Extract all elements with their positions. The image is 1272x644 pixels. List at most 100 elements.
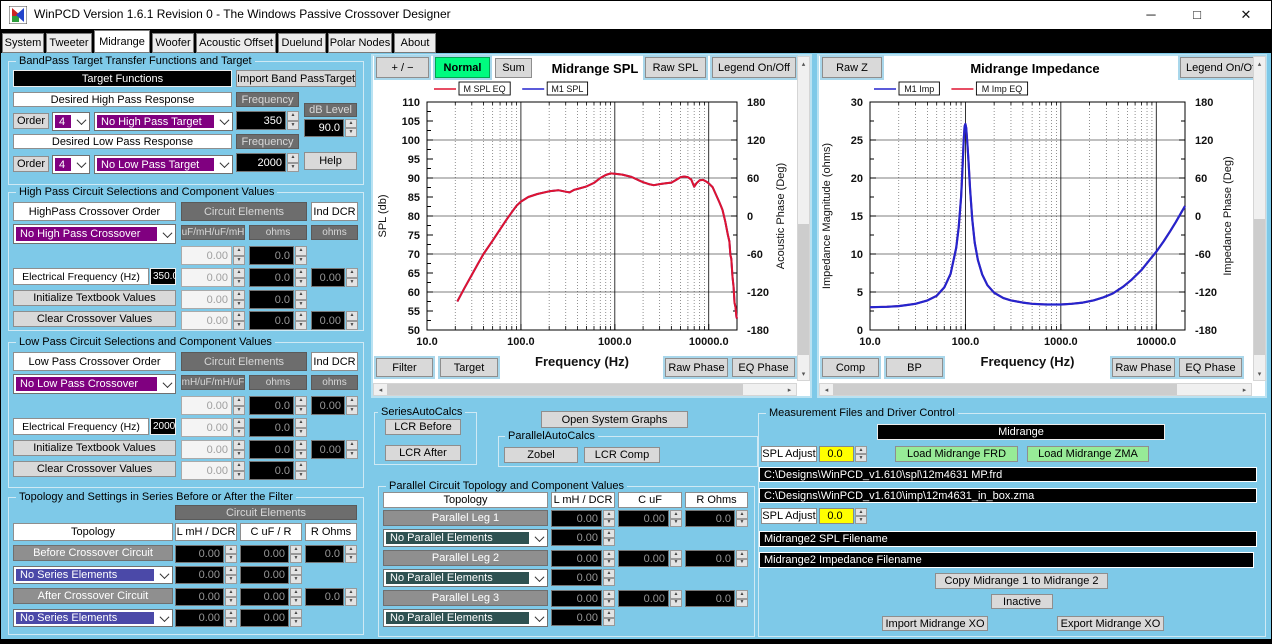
lp-r2-c2-spinner[interactable]: 0.0 ▲ ▼ [249,418,307,437]
spinner-up-button[interactable]: ▲ [233,268,245,278]
import-xo-button[interactable]: Import Midrange XO [882,616,988,631]
spinner-down-button[interactable]: ▼ [295,255,307,265]
hp-r1-c2-spinner[interactable]: 0.0 ▲ ▼ [249,246,307,265]
spinner-down-button[interactable]: ▼ [346,277,358,287]
spl-hscrollbar[interactable]: ◂ ▸ [373,383,797,396]
parallel-r3-c3-spinner[interactable]: 0.0 ▲ ▼ [685,550,748,567]
lp-target-dropdown[interactable]: No Low Pass Target [94,155,233,174]
hp-r2-c1-spinner[interactable]: 0.00 ▲ ▼ [181,268,245,287]
inactive-button[interactable]: Inactive [991,594,1053,609]
spinner-up-button[interactable]: ▲ [233,418,245,428]
scroll-up-icon[interactable]: ▴ [1254,57,1265,70]
spinner-down-button[interactable]: ▼ [290,575,302,584]
scrollbar-thumb[interactable] [833,384,1178,395]
spinner-down-button[interactable]: ▼ [670,518,682,527]
lp-r3-c3-spinner[interactable]: 0.00 ▲ ▼ [311,440,358,459]
imp-raw-z-button[interactable]: Raw Z [820,55,884,80]
spinner-down-button[interactable]: ▼ [670,558,682,567]
topology-r1-c2-spinner[interactable]: 0.00 ▲ ▼ [240,545,302,563]
spinner-down-button[interactable]: ▼ [603,518,615,527]
spl-normal-button[interactable]: Normal [433,55,492,80]
chevron-down-icon[interactable] [531,530,547,546]
spinner-up-button[interactable]: ▲ [225,566,237,575]
spinner-up-button[interactable]: ▲ [225,609,237,618]
spinner-down-button[interactable]: ▼ [603,617,615,626]
spinner-down-button[interactable]: ▼ [290,554,302,563]
spinner-up-button[interactable]: ▲ [233,311,245,321]
spinner-up-button[interactable]: ▲ [736,550,748,559]
zobel-button[interactable]: Zobel [504,447,578,463]
chevron-down-icon[interactable] [156,567,172,583]
spinner-up-button[interactable]: ▲ [290,588,302,597]
scrollbar-thumb[interactable] [798,224,809,356]
lp-clear-values-button[interactable]: Clear Crossover Values [13,461,176,477]
spinner-up-button[interactable]: ▲ [603,529,615,538]
hp-target-dropdown[interactable]: No High Pass Target [94,112,233,131]
spinner-up-button[interactable]: ▲ [295,268,307,278]
spinner-down-button[interactable]: ▼ [855,516,867,524]
spl-adjust2-spinner[interactable]: 0.0 ▲ ▼ [819,508,867,524]
spinner-down-button[interactable]: ▼ [295,449,307,459]
spinner-down-button[interactable]: ▼ [295,405,307,415]
scroll-right-icon[interactable]: ▸ [1238,384,1251,395]
spinner-up-button[interactable]: ▲ [670,590,682,599]
spinner-up-button[interactable]: ▲ [346,396,358,406]
spinner-up-button[interactable]: ▲ [603,550,615,559]
lp-r1-c1-spinner[interactable]: 0.00 ▲ ▼ [181,396,245,415]
help-button[interactable]: Help [304,152,357,170]
spinner-down-button[interactable]: ▼ [295,299,307,309]
scrollbar-thumb[interactable] [387,384,744,395]
spinner-down-button[interactable]: ▼ [295,277,307,287]
minimize-button[interactable]: ─ [1128,0,1174,29]
spinner-up-button[interactable]: ▲ [346,311,358,321]
midrange2-spl-field[interactable]: Midrange2 SPL Filename [759,531,1257,547]
spinner-up-button[interactable]: ▲ [290,609,302,618]
spinner-up-button[interactable]: ▲ [603,590,615,599]
parallel-r1-c3-spinner[interactable]: 0.0 ▲ ▼ [685,510,748,527]
spinner-up-button[interactable]: ▲ [233,440,245,450]
lp-r3-c2-spinner[interactable]: 0.0 ▲ ▼ [249,440,307,459]
spl-filter-button[interactable]: Filter [374,356,435,379]
parallel-r5-c1-spinner[interactable]: 0.00 ▲ ▼ [551,590,615,607]
imp-legend-toggle-button[interactable]: Legend On/Off [1178,55,1266,80]
scrollbar-thumb[interactable] [1254,218,1265,356]
spinner-down-button[interactable]: ▼ [603,598,615,607]
spinner-up-button[interactable]: ▲ [670,550,682,559]
spinner-down-button[interactable]: ▼ [233,299,245,309]
spinner-up-button[interactable]: ▲ [290,545,302,554]
hp-r2-c3-spinner[interactable]: 0.00 ▲ ▼ [311,268,358,287]
spinner-down-button[interactable]: ▼ [346,449,358,459]
spinner-down-button[interactable]: ▼ [233,320,245,330]
spinner-up-button[interactable]: ▲ [855,446,867,454]
tab-acoustic-offset[interactable]: Acoustic Offset [196,33,276,53]
spinner-down-button[interactable]: ▼ [225,575,237,584]
spinner-down-button[interactable]: ▼ [290,618,302,627]
spinner-down-button[interactable]: ▼ [670,598,682,607]
spinner-up-button[interactable]: ▲ [670,510,682,519]
chevron-down-icon[interactable] [531,570,547,586]
spl-eq-phase-button[interactable]: EQ Phase [730,356,797,379]
spinner-down-button[interactable]: ▼ [855,454,867,462]
parallel-r3-c2-spinner[interactable]: 0.00 ▲ ▼ [618,550,682,567]
parallel-r2-c1-spinner[interactable]: 0.00 ▲ ▼ [551,529,615,546]
chevron-down-icon[interactable] [73,156,89,173]
zma-path-field[interactable]: C:\Designs\WinPCD_v1.610\imp\12m4631_in_… [759,488,1257,503]
chevron-down-icon[interactable] [531,610,547,626]
spinner-up-button[interactable]: ▲ [736,590,748,599]
scrollbar-track[interactable] [1254,70,1265,367]
parallel-r4-c1-spinner[interactable]: 0.00 ▲ ▼ [551,569,615,586]
scroll-down-icon[interactable]: ▾ [798,367,809,380]
scrollbar-track[interactable] [833,384,1238,395]
spinner-up-button[interactable]: ▲ [345,119,357,128]
imp-hscrollbar[interactable]: ◂ ▸ [819,383,1252,396]
spinner-up-button[interactable]: ▲ [345,545,357,554]
spinner-down-button[interactable]: ▼ [290,597,302,606]
lp-frequency-spinner[interactable]: 2000 ▲ ▼ [236,153,299,172]
spinner-down-button[interactable]: ▼ [736,518,748,527]
spinner-up-button[interactable]: ▲ [233,246,245,256]
spl-raw-phase-button[interactable]: Raw Phase [663,356,730,379]
scroll-down-icon[interactable]: ▾ [1254,367,1265,380]
chevron-down-icon[interactable] [159,225,175,243]
hp-crossover-dropdown[interactable]: No High Pass Crossover [13,224,176,244]
scrollbar-track[interactable] [798,70,809,367]
